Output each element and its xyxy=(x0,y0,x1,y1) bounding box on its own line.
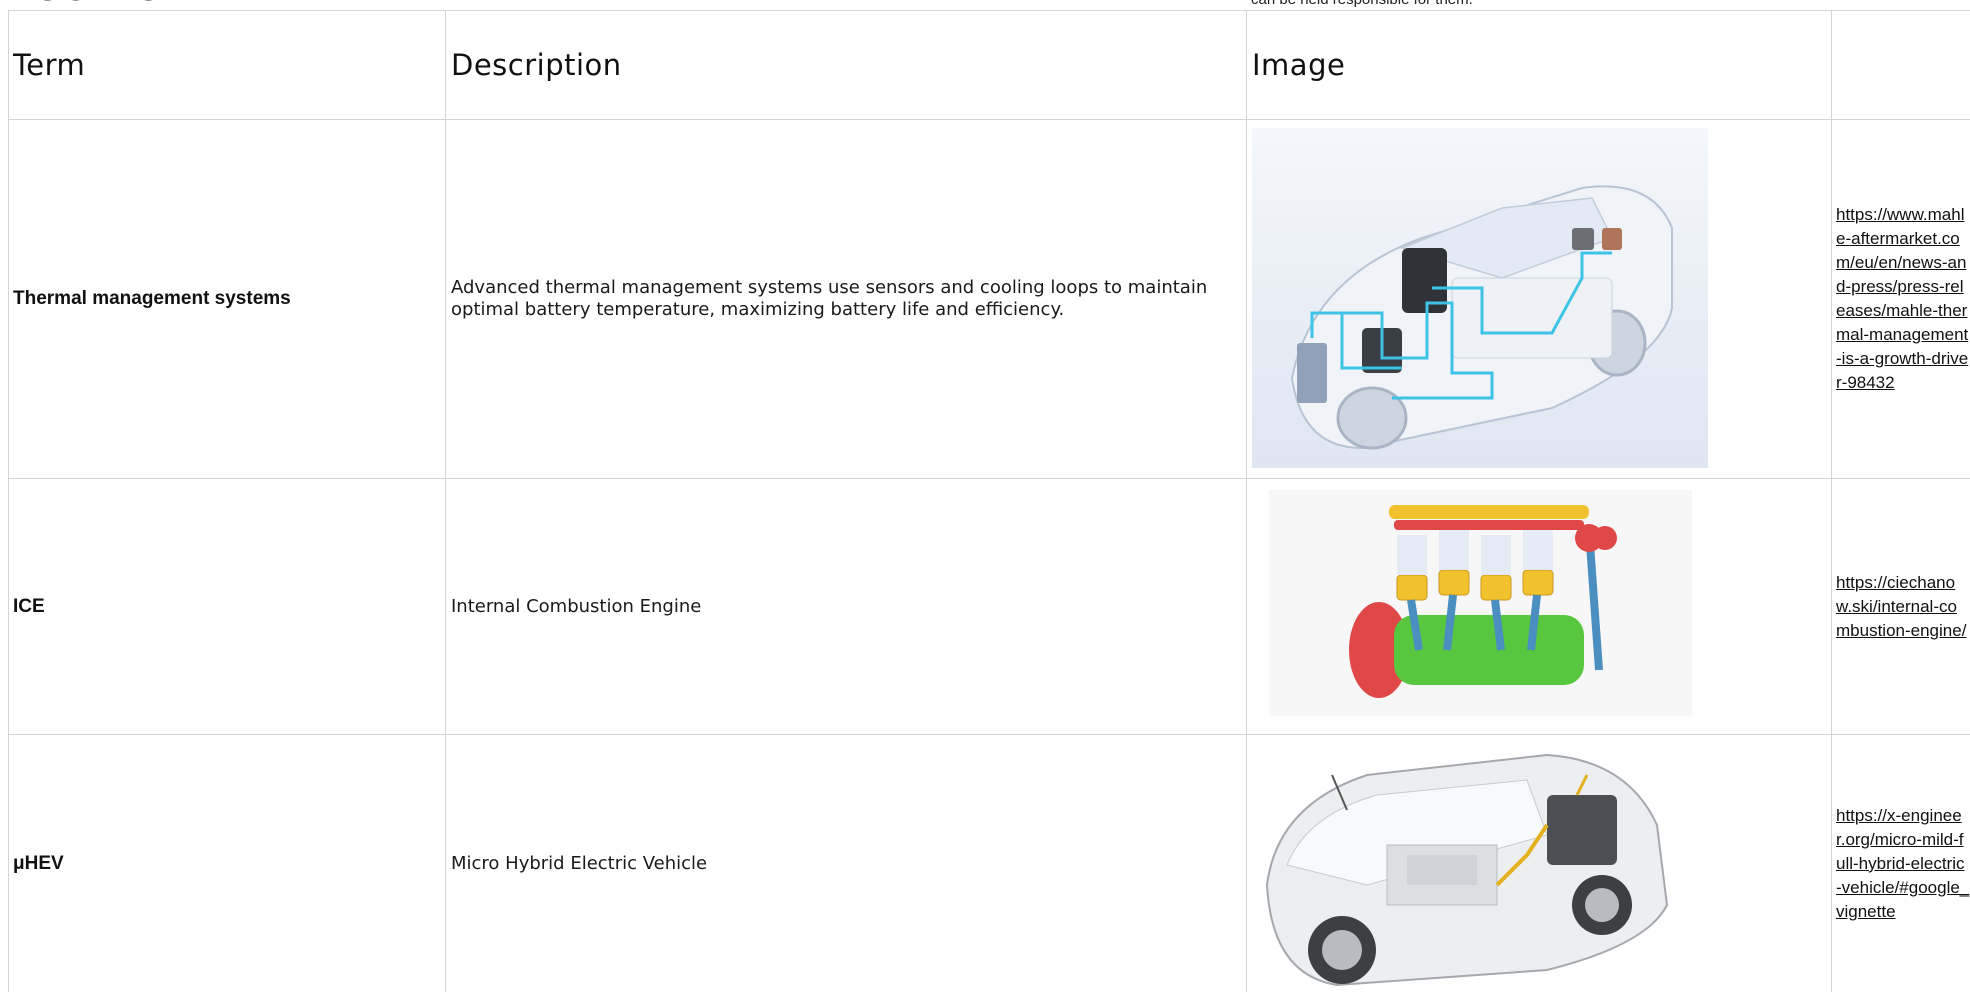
term-cell: μHEV xyxy=(13,852,64,874)
source-cell: https://x-engineer.org/micro-mild-full-h… xyxy=(1836,735,1970,992)
source-cell: https://ciechanow.ski/internal-combustio… xyxy=(1836,479,1970,734)
vocabulary-table: Term Description Image Thermal managemen… xyxy=(0,0,1970,992)
table-row: ICE xyxy=(13,479,443,734)
term-cell: Thermal management systems xyxy=(13,288,291,309)
source-link[interactable]: https://x-engineer.org/micro-mild-full-h… xyxy=(1836,804,1970,924)
table-border xyxy=(8,10,9,992)
table-border xyxy=(445,10,446,992)
table-border xyxy=(1831,10,1832,992)
source-link[interactable]: https://ciechanow.ski/internal-combustio… xyxy=(1836,571,1970,643)
engine-image xyxy=(1269,490,1692,716)
header-term: Term xyxy=(13,48,86,82)
description-text: Internal Combustion Engine xyxy=(451,595,702,617)
description-cell: Advanced thermal management systems use … xyxy=(451,120,1236,478)
source-cell: https://www.mahle-aftermarket.com/eu/en/… xyxy=(1836,120,1970,478)
table-row: μHEV xyxy=(13,735,443,992)
car-thermal-management-image xyxy=(1252,128,1708,468)
hybrid-car-image xyxy=(1247,735,1679,992)
hybrid-car-cutaway-icon xyxy=(1247,735,1679,992)
header-source xyxy=(1836,11,1966,119)
description-text: Micro Hybrid Electric Vehicle xyxy=(451,852,708,874)
source-link[interactable]: https://www.mahle-aftermarket.com/eu/en/… xyxy=(1836,203,1970,395)
table-row: Thermal management systems xyxy=(13,120,443,478)
term-cell: ICE xyxy=(13,595,45,617)
description-text: Advanced thermal management systems use … xyxy=(451,277,1208,320)
engine-cutaway-icon xyxy=(1269,490,1692,716)
description-cell: Micro Hybrid Electric Vehicle xyxy=(451,735,1236,992)
header-image: Image xyxy=(1252,48,1346,82)
description-cell: Internal Combustion Engine xyxy=(451,479,1236,734)
car-thermal-management-icon xyxy=(1252,128,1708,468)
header-description: Description xyxy=(451,48,622,82)
